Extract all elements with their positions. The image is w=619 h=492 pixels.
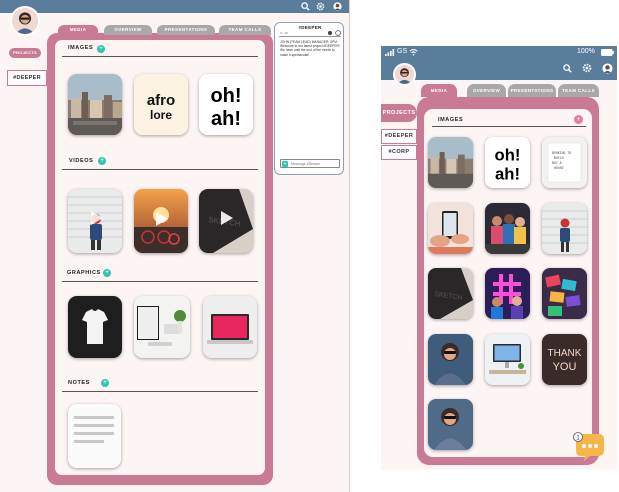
afro-logo-text-2: lore	[150, 108, 172, 122]
search-icon[interactable]	[301, 2, 310, 11]
divider	[432, 126, 586, 127]
tab-team-calls[interactable]: TEAM CALLS	[219, 25, 271, 35]
section-videos-label: VIDEOS	[69, 158, 94, 164]
tab-media[interactable]: MEDIA	[58, 25, 98, 35]
section-notes-label: NOTES	[68, 380, 90, 386]
tab-team-calls[interactable]: TEAM CALLS	[558, 84, 599, 97]
image-thumb-city[interactable]	[68, 74, 122, 135]
sidebar-projects-button[interactable]: PROJECTS	[381, 104, 417, 122]
svg-text:oh!: oh!	[210, 85, 241, 107]
wifi-icon	[409, 48, 418, 56]
add-graphics-button[interactable]: +	[103, 269, 111, 277]
svg-text:THANK: THANK	[548, 348, 582, 359]
divider	[279, 36, 341, 37]
divider	[62, 169, 258, 170]
video-thumb-sketch[interactable]: SKETCH	[199, 189, 253, 253]
svg-text:BUY A: BUY A	[552, 161, 562, 165]
divider	[62, 391, 258, 392]
section-images-label: IMAGES	[438, 117, 464, 123]
divider	[62, 56, 258, 57]
image-thumb-sketch[interactable]: SKETCH	[428, 268, 473, 319]
video-thumb-bikes[interactable]	[134, 189, 188, 253]
user-avatar-small[interactable]	[602, 63, 613, 74]
add-videos-button[interactable]: +	[98, 157, 106, 165]
svg-text:ah!: ah!	[211, 108, 241, 130]
graphic-thumb-tshirt[interactable]	[68, 296, 122, 358]
tab-presentations[interactable]: PRESENTATIONS	[508, 84, 556, 97]
signal-icon	[385, 49, 395, 56]
avatar[interactable]	[393, 63, 416, 86]
tab-overview[interactable]: OVERVIEW	[467, 84, 506, 97]
image-thumb-phone-hands[interactable]	[428, 203, 473, 254]
image-thumb-note-card[interactable]: BOOKING TO BUILD BUY A HOUSE	[542, 137, 587, 188]
image-thumb-neon[interactable]	[485, 268, 530, 319]
note-card[interactable]	[68, 404, 121, 468]
gear-icon[interactable]	[316, 2, 325, 11]
add-images-button[interactable]: +	[97, 45, 105, 53]
section-images-label: IMAGES	[68, 45, 94, 51]
chat-message: JOHN (TEAM LEAD) MANAGER: 5PM Welcome to…	[280, 40, 340, 57]
user-avatar-small[interactable]	[333, 2, 342, 11]
image-thumb-city[interactable]	[428, 137, 473, 188]
image-thumb-afro-lore[interactable]: afro lore	[134, 74, 188, 135]
graphic-thumb-desk[interactable]	[134, 296, 190, 358]
carrier-label: GS	[397, 48, 408, 55]
sidebar-project-deeper[interactable]: #DEEPER	[7, 70, 47, 86]
sidebar-project-deeper[interactable]: #DEEPER	[381, 129, 417, 144]
add-images-button[interactable]: +	[574, 115, 583, 124]
image-thumb-oh-ah[interactable]: oh! ah!	[485, 137, 530, 188]
svg-text:HOUSE: HOUSE	[554, 166, 564, 170]
desktop-mockup: PROJECTS #DEEPER MEDIA OVERVIEW PRESENTA…	[0, 0, 350, 492]
divider	[62, 281, 258, 282]
battery-icon	[601, 49, 614, 56]
chat-meta: 3 • 16	[280, 31, 288, 35]
nav-bar	[381, 58, 617, 80]
tab-presentations[interactable]: PRESENTATIONS	[157, 25, 215, 35]
battery-percent: 100%	[577, 48, 595, 55]
image-thumb-workspace[interactable]	[485, 334, 530, 385]
avatar[interactable]	[10, 6, 40, 36]
image-thumb-portrait[interactable]	[428, 334, 473, 385]
top-bar	[0, 0, 349, 13]
status-bar: GS 100%	[381, 46, 617, 58]
tab-overview[interactable]: OVERVIEW	[104, 25, 152, 35]
svg-text:YOU: YOU	[553, 361, 577, 373]
search-icon[interactable]	[563, 64, 572, 73]
video-thumb-person[interactable]	[68, 189, 122, 253]
image-thumb-thank-you[interactable]: THANK YOU	[542, 334, 587, 385]
sidebar-project-corp[interactable]: #CORP	[381, 145, 417, 160]
mobile-mockup: GS 100% PROJECTS #DEEPER #CORP MEDIA OVE…	[381, 46, 617, 470]
image-thumb-oh-ah[interactable]: oh! ah!	[199, 74, 253, 135]
svg-text:BUILD: BUILD	[554, 156, 564, 160]
svg-text:oh!: oh!	[495, 145, 521, 164]
add-notes-button[interactable]: +	[101, 379, 109, 387]
section-graphics-label: GRAPHICS	[67, 270, 101, 276]
tab-media[interactable]: MEDIA	[421, 84, 457, 97]
chat-bubble-icon[interactable]: 1	[572, 432, 606, 462]
sidebar-projects-button[interactable]: PROJECTS	[9, 48, 41, 58]
chat-attach-button[interactable]: +	[282, 161, 288, 167]
chat-input-placeholder: Message #Deeper	[291, 162, 321, 166]
graphic-thumb-laptop[interactable]	[203, 296, 257, 358]
chat-panel: #DEEPER 3 • 16 JOHN (TEAM LEAD) MANAGER:…	[274, 22, 344, 175]
image-thumb-person[interactable]	[542, 203, 587, 254]
chat-message-input[interactable]: + Message #Deeper	[280, 159, 340, 168]
afro-logo-text: afro	[147, 92, 175, 109]
gear-icon[interactable]	[582, 63, 592, 73]
image-thumb-books[interactable]	[542, 268, 587, 319]
svg-text:ah!: ah!	[495, 165, 520, 184]
svg-text:BOOKING TO: BOOKING TO	[552, 151, 571, 155]
image-thumb-portrait-2[interactable]	[428, 399, 473, 450]
image-thumb-team[interactable]	[485, 203, 530, 254]
